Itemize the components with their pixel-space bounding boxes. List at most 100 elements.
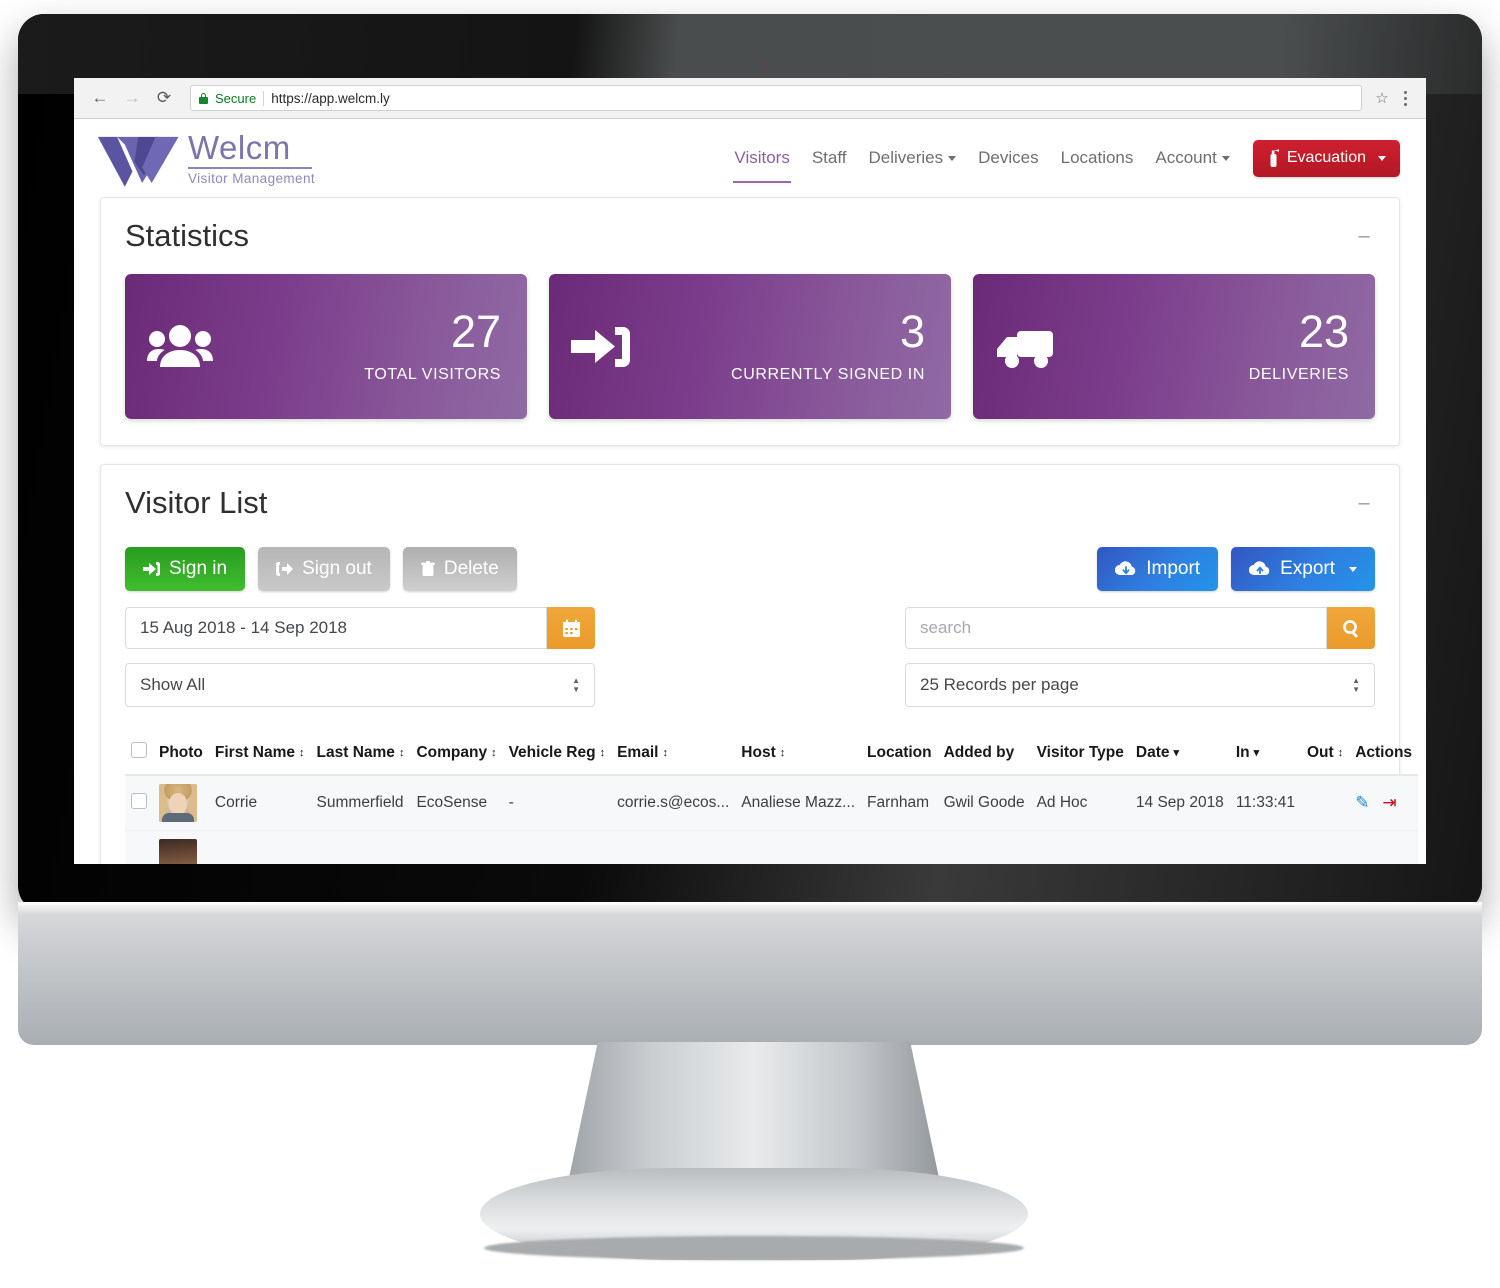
nav-item-visitors[interactable]: Visitors bbox=[723, 142, 800, 183]
column-first-name-label: First Name bbox=[214, 743, 296, 761]
column-first-name[interactable]: First Name ↕ bbox=[208, 733, 311, 776]
sign-out-icon[interactable]: ⇥ bbox=[1382, 793, 1396, 812]
cloud-upload-icon bbox=[1249, 561, 1270, 576]
avatar bbox=[159, 784, 197, 822]
evacuation-button[interactable]: Evacuation bbox=[1252, 139, 1400, 177]
import-button[interactable]: Import bbox=[1097, 547, 1219, 591]
column-host-label: Host bbox=[741, 743, 776, 761]
column-out[interactable]: Out ↕ bbox=[1301, 733, 1350, 776]
brand-name: Welcm bbox=[188, 129, 291, 166]
visitor-filter-bar: 15 Aug 2018 - 14 Sep 2018 Show All ▲ ▼ s… bbox=[125, 591, 1375, 707]
visitor-list-panel-header: Visitor List – bbox=[101, 465, 1399, 527]
column-added-by[interactable]: Added by bbox=[937, 733, 1031, 776]
nav-item-deliveries[interactable]: Deliveries bbox=[858, 142, 968, 174]
row-last-name: Summerfield bbox=[310, 775, 411, 831]
lock-icon bbox=[199, 92, 208, 104]
sort-both-icon: ↕ bbox=[1337, 746, 1344, 759]
statistics-panel: Statistics – 27 TOTAL VISITORS 3 CURRENT… bbox=[100, 197, 1400, 446]
show-all-select[interactable]: Show All ▲ ▼ bbox=[125, 663, 595, 707]
column-actions: Actions bbox=[1349, 733, 1419, 776]
delete-button[interactable]: Delete bbox=[402, 547, 517, 591]
evacuation-label: Evacuation bbox=[1286, 149, 1366, 166]
stat-card-total-visitors[interactable]: 27 TOTAL VISITORS bbox=[125, 274, 527, 419]
row-company: EcoSense bbox=[410, 775, 503, 831]
column-company[interactable]: Company ↕ bbox=[410, 733, 503, 776]
show-all-value: Show All bbox=[140, 675, 206, 694]
row-select-cell bbox=[125, 775, 153, 831]
visitor-table: Photo First Name ↕ Last Name ↕ Company ↕ Ve… bbox=[125, 733, 1419, 864]
column-company-label: Company bbox=[416, 743, 488, 761]
nav-item-account[interactable]: Account bbox=[1144, 142, 1240, 174]
records-per-page-select[interactable]: 25 Records per page ▲ ▼ bbox=[905, 663, 1375, 707]
column-photo[interactable]: Photo bbox=[153, 733, 209, 776]
sign-in-button[interactable]: Sign in bbox=[125, 547, 246, 591]
minus-icon[interactable]: – bbox=[1353, 493, 1375, 513]
row-checkbox[interactable] bbox=[131, 792, 147, 809]
column-in[interactable]: In ▾ bbox=[1229, 733, 1301, 776]
column-host[interactable]: Host ↕ bbox=[735, 733, 862, 776]
date-range-input[interactable]: 15 Aug 2018 - 14 Sep 2018 bbox=[125, 607, 547, 649]
sort-desc-icon: ▾ bbox=[1173, 746, 1180, 759]
edit-icon[interactable]: ✎ bbox=[1355, 793, 1369, 812]
address-bar[interactable]: Secure https://app.welcm.ly bbox=[190, 85, 1362, 111]
visitor-action-bar: Sign in Sign out Delete Import Export bbox=[125, 533, 1375, 591]
avatar bbox=[159, 839, 197, 864]
row-in: 11:33:41 bbox=[1229, 775, 1301, 831]
select-all-checkbox[interactable] bbox=[131, 742, 147, 758]
column-visitor-type[interactable]: Visitor Type bbox=[1030, 733, 1130, 776]
sort-both-icon: ↕ bbox=[779, 746, 786, 759]
main-navigation: Visitors Staff Deliveries Devices Locati… bbox=[723, 139, 1400, 183]
row-host: Analiese Mazz... bbox=[735, 775, 862, 831]
column-last-name[interactable]: Last Name ↕ bbox=[310, 733, 411, 776]
chevron-down-icon bbox=[1378, 155, 1386, 161]
column-date-label: Date bbox=[1135, 743, 1170, 761]
sign-out-button[interactable]: Sign out bbox=[258, 547, 390, 591]
stat-label: CURRENTLY SIGNED IN bbox=[731, 366, 925, 383]
visitor-table-head: Photo First Name ↕ Last Name ↕ Company ↕ Ve… bbox=[125, 733, 1419, 776]
row-actions: ✎ ⇥ bbox=[1349, 775, 1419, 831]
visitor-list-panel: Visitor List – Sign in Sign out Delete I… bbox=[100, 464, 1419, 864]
row-photo-cell bbox=[153, 830, 209, 864]
sign-out-icon bbox=[276, 562, 294, 576]
minus-icon[interactable]: – bbox=[1353, 226, 1375, 246]
column-vehicle-reg-label: Vehicle Reg bbox=[508, 743, 596, 761]
brand-logo[interactable]: Welcm Visitor Management bbox=[96, 129, 315, 187]
table-row[interactable]: Corrie Summerfield EcoSense - corrie.s@e… bbox=[125, 775, 1419, 831]
nav-item-staff[interactable]: Staff bbox=[801, 142, 858, 174]
nav-item-devices[interactable]: Devices bbox=[967, 142, 1049, 174]
select-arrows-icon: ▲ ▼ bbox=[572, 676, 580, 694]
stat-card-currently-signed-in[interactable]: 3 CURRENTLY SIGNED IN bbox=[549, 274, 951, 419]
arrow-left-icon[interactable]: ← bbox=[86, 84, 114, 112]
sign-out-label: Sign out bbox=[302, 558, 372, 579]
date-range-group: 15 Aug 2018 - 14 Sep 2018 bbox=[125, 607, 595, 649]
search-icon[interactable] bbox=[1327, 607, 1375, 649]
search-group: search bbox=[905, 607, 1375, 649]
column-location[interactable]: Location bbox=[861, 733, 938, 776]
row-visitor-type: Ad Hoc bbox=[1030, 775, 1130, 831]
column-date[interactable]: Date ▾ bbox=[1129, 733, 1230, 776]
reload-icon[interactable]: ⟳ bbox=[150, 84, 178, 112]
star-icon[interactable]: ☆ bbox=[1372, 89, 1392, 107]
table-row-partial[interactable] bbox=[125, 830, 1419, 864]
nav-item-locations[interactable]: Locations bbox=[1050, 142, 1145, 174]
search-input[interactable]: search bbox=[905, 607, 1327, 649]
secure-label: Secure bbox=[215, 90, 257, 106]
calendar-icon[interactable] bbox=[547, 607, 595, 649]
kebab-menu-icon[interactable] bbox=[1396, 90, 1414, 106]
column-email[interactable]: Email ↕ bbox=[611, 733, 736, 776]
column-vehicle-reg[interactable]: Vehicle Reg ↕ bbox=[502, 733, 612, 776]
omnibox-divider bbox=[263, 90, 265, 106]
column-out-label: Out bbox=[1307, 743, 1334, 761]
row-vehicle-reg: - bbox=[502, 775, 612, 831]
column-location-label: Location bbox=[867, 743, 932, 761]
stat-value: 23 bbox=[1298, 306, 1349, 357]
delete-label: Delete bbox=[443, 558, 499, 579]
select-all-header bbox=[125, 733, 153, 776]
monitor-stand-base-shadow bbox=[484, 1236, 1024, 1260]
export-button[interactable]: Export bbox=[1231, 547, 1375, 591]
stat-card-deliveries[interactable]: 23 DELIVERIES bbox=[973, 274, 1375, 419]
sort-both-icon: ↕ bbox=[662, 746, 668, 759]
stat-value: 3 bbox=[899, 306, 925, 357]
visitor-table-body: Corrie Summerfield EcoSense - corrie.s@e… bbox=[125, 775, 1419, 864]
arrow-right-icon[interactable]: → bbox=[118, 84, 146, 112]
